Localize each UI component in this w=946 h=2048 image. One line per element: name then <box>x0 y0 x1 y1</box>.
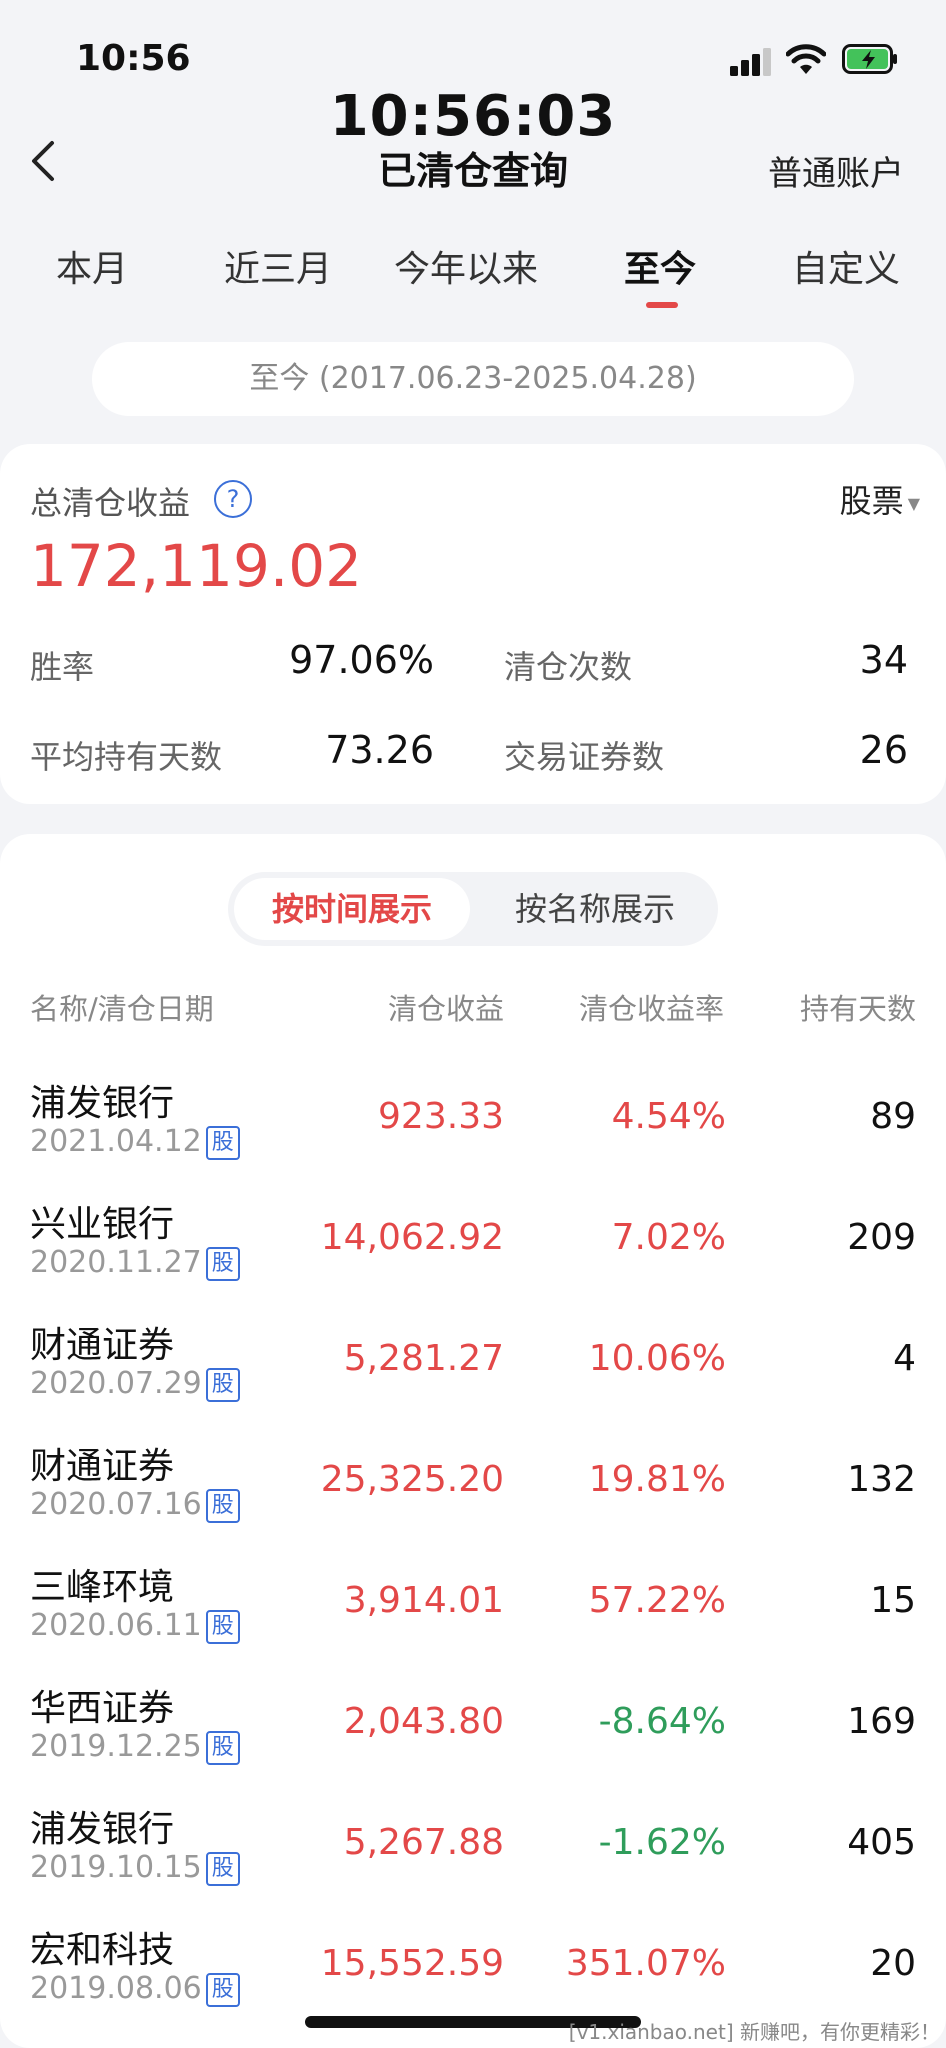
securities-count-label: 交易证券数 <box>504 738 665 776</box>
row-days: 405 <box>847 1822 916 1863</box>
row-profit: 14,062.92 <box>320 1217 504 1258</box>
security-type-value: 股票 <box>839 482 904 520</box>
row-date: 2020.07.16 股 <box>30 1487 240 1523</box>
row-name: 财通证券 <box>30 1446 175 1487</box>
active-tab-indicator <box>646 302 678 308</box>
row-date-text: 2019.08.06 <box>30 1971 202 2006</box>
avg-hold-days-value: 73.26 <box>325 728 434 772</box>
row-date: 2019.08.06 股 <box>30 1971 240 2007</box>
row-date-text: 2019.10.15 <box>30 1850 202 1885</box>
win-rate-value: 97.06% <box>289 638 434 682</box>
row-profit: 25,325.20 <box>320 1459 504 1500</box>
row-profit: 15,552.59 <box>320 1943 504 1984</box>
tab-last-three-months[interactable]: 近三月 <box>224 240 332 292</box>
row-date: 2019.10.15 股 <box>30 1850 240 1886</box>
row-date-text: 2021.04.12 <box>30 1124 202 1159</box>
row-days: 4 <box>893 1338 916 1379</box>
stock-badge: 股 <box>205 1609 240 1644</box>
row-rate: -1.62% <box>598 1822 726 1863</box>
tab-year-to-date[interactable]: 今年以来 <box>394 240 538 292</box>
help-icon[interactable]: ? <box>214 480 252 518</box>
row-date-text: 2019.12.25 <box>30 1729 202 1764</box>
row-rate: 57.22% <box>588 1580 726 1621</box>
total-profit-label: 总清仓收益 <box>30 484 191 522</box>
row-profit: 2,043.80 <box>343 1701 504 1742</box>
tab-this-month[interactable]: 本月 <box>56 240 128 292</box>
row-date: 2019.12.25 股 <box>30 1729 240 1765</box>
row-profit: 3,914.01 <box>343 1580 504 1621</box>
table-row[interactable]: 财通证券 2020.07.29 股 5,281.27 10.06% 4 <box>0 1306 946 1427</box>
row-date-text: 2020.06.11 <box>30 1608 202 1643</box>
total-profit-value: 172,119.02 <box>30 532 363 600</box>
stock-badge: 股 <box>205 1125 240 1160</box>
table-row[interactable]: 财通证券 2020.07.16 股 25,325.20 19.81% 132 <box>0 1427 946 1548</box>
stock-badge: 股 <box>205 1246 240 1281</box>
caret-down-icon: ▼ <box>907 493 920 513</box>
tab-custom[interactable]: 自定义 <box>792 240 900 292</box>
column-header-profit[interactable]: 清仓收益 <box>388 986 504 1028</box>
row-name: 三峰环境 <box>30 1567 175 1608</box>
row-days: 169 <box>847 1701 916 1742</box>
row-date: 2020.11.27 股 <box>30 1245 240 1281</box>
wifi-icon <box>786 44 826 74</box>
row-rate: 7.02% <box>611 1217 726 1258</box>
status-time: 10:56 <box>76 38 191 79</box>
row-days: 20 <box>870 1943 916 1984</box>
column-header-days[interactable]: 持有天数 <box>800 986 916 1028</box>
win-rate-label: 胜率 <box>30 648 95 686</box>
column-header-rate[interactable]: 清仓收益率 <box>579 986 724 1028</box>
row-name: 兴业银行 <box>30 1204 175 1245</box>
stock-badge: 股 <box>205 1367 240 1402</box>
row-name: 浦发银行 <box>30 1809 175 1850</box>
period-tabs: 本月 近三月 今年以来 至今 自定义 <box>0 240 946 320</box>
row-rate: 4.54% <box>611 1096 726 1137</box>
row-date-text: 2020.11.27 <box>30 1245 202 1280</box>
view-toggle: 按时间展示 按名称展示 <box>228 872 718 946</box>
table-row[interactable]: 浦发银行 2019.10.15 股 5,267.88 -1.62% 405 <box>0 1790 946 1911</box>
cellular-signal-icon <box>730 48 771 76</box>
row-profit: 923.33 <box>378 1096 504 1137</box>
table-row[interactable]: 华西证券 2019.12.25 股 2,043.80 -8.64% 169 <box>0 1669 946 1790</box>
row-date-text: 2020.07.16 <box>30 1487 202 1522</box>
row-profit: 5,267.88 <box>343 1822 504 1863</box>
table-row[interactable]: 宏和科技 2019.08.06 股 15,552.59 351.07% 20 <box>0 1911 946 2032</box>
account-type-button[interactable]: 普通账户 <box>768 146 904 195</box>
table-row[interactable]: 浦发银行 2021.04.12 股 923.33 4.54% 89 <box>0 1064 946 1185</box>
row-rate: 351.07% <box>565 1943 726 1984</box>
stock-badge: 股 <box>205 1488 240 1523</box>
clear-count-label: 清仓次数 <box>504 648 633 686</box>
row-name: 华西证券 <box>30 1688 175 1729</box>
row-name: 宏和科技 <box>30 1930 175 1971</box>
row-rate: 19.81% <box>588 1459 726 1500</box>
security-type-dropdown[interactable]: 股票 ▼ <box>840 476 920 522</box>
row-rate: 10.06% <box>588 1338 726 1379</box>
stock-badge: 股 <box>205 1730 240 1765</box>
table-row[interactable]: 兴业银行 2020.11.27 股 14,062.92 7.02% 209 <box>0 1185 946 1306</box>
row-name: 浦发银行 <box>30 1083 175 1124</box>
row-name: 财通证券 <box>30 1325 175 1366</box>
view-by-time-button[interactable]: 按时间展示 <box>234 878 470 940</box>
stock-badge: 股 <box>205 1972 240 2007</box>
row-profit: 5,281.27 <box>343 1338 504 1379</box>
watermark-text: [v1.xianbao.net] 新赚吧，有你更精彩！ <box>568 2020 940 2044</box>
row-date: 2021.04.12 股 <box>30 1124 240 1160</box>
stock-badge: 股 <box>205 1851 240 1886</box>
battery-charging-icon <box>842 44 897 74</box>
row-days: 15 <box>870 1580 916 1621</box>
column-header-name-date: 名称/清仓日期 <box>30 992 214 1026</box>
table-row[interactable]: 三峰环境 2020.06.11 股 3,914.01 57.22% 15 <box>0 1548 946 1669</box>
row-date: 2020.07.29 股 <box>30 1366 240 1402</box>
clear-count-value: 34 <box>859 638 908 682</box>
row-date-text: 2020.07.29 <box>30 1366 202 1401</box>
row-days: 132 <box>847 1459 916 1500</box>
tab-all-time[interactable]: 至今 <box>624 240 696 292</box>
row-date: 2020.06.11 股 <box>30 1608 240 1644</box>
row-rate: -8.64% <box>598 1701 726 1742</box>
avg-hold-days-label: 平均持有天数 <box>30 738 223 776</box>
securities-count-value: 26 <box>859 728 908 772</box>
view-by-name-button[interactable]: 按名称展示 <box>478 878 712 940</box>
row-days: 209 <box>847 1217 916 1258</box>
date-range-pill[interactable]: 至今 (2017.06.23-2025.04.28) <box>92 342 854 416</box>
row-days: 89 <box>870 1096 916 1137</box>
